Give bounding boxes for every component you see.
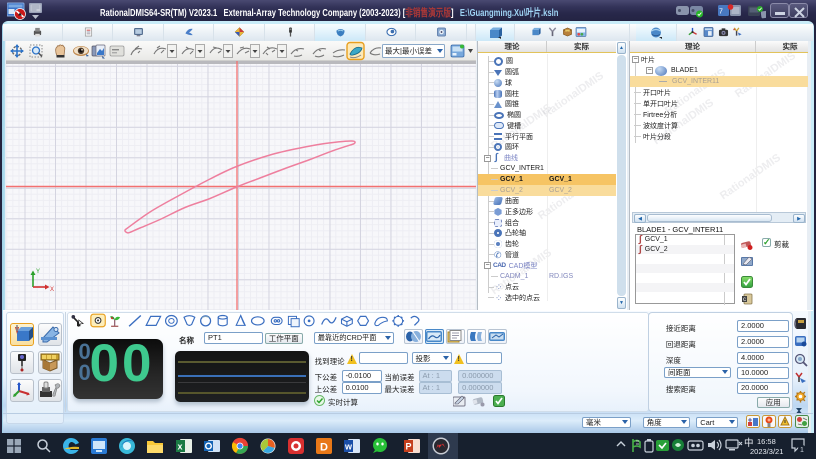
svg-text:1: 1 bbox=[800, 447, 804, 454]
svg-text:X: X bbox=[50, 287, 54, 293]
svg-text:Y: Y bbox=[36, 269, 40, 275]
svg-text:c: c bbox=[743, 297, 746, 303]
svg-text:2023/3/21: 2023/3/21 bbox=[750, 447, 783, 456]
svg-text:7: 7 bbox=[719, 9, 723, 16]
svg-text:x: x bbox=[178, 442, 183, 452]
svg-text:P: P bbox=[406, 442, 412, 452]
svg-text:D: D bbox=[320, 442, 328, 454]
svg-text:最大|最小误差: 最大|最小误差 bbox=[385, 46, 432, 56]
svg-text:16:58: 16:58 bbox=[757, 437, 776, 446]
svg-text:w: w bbox=[344, 442, 353, 452]
